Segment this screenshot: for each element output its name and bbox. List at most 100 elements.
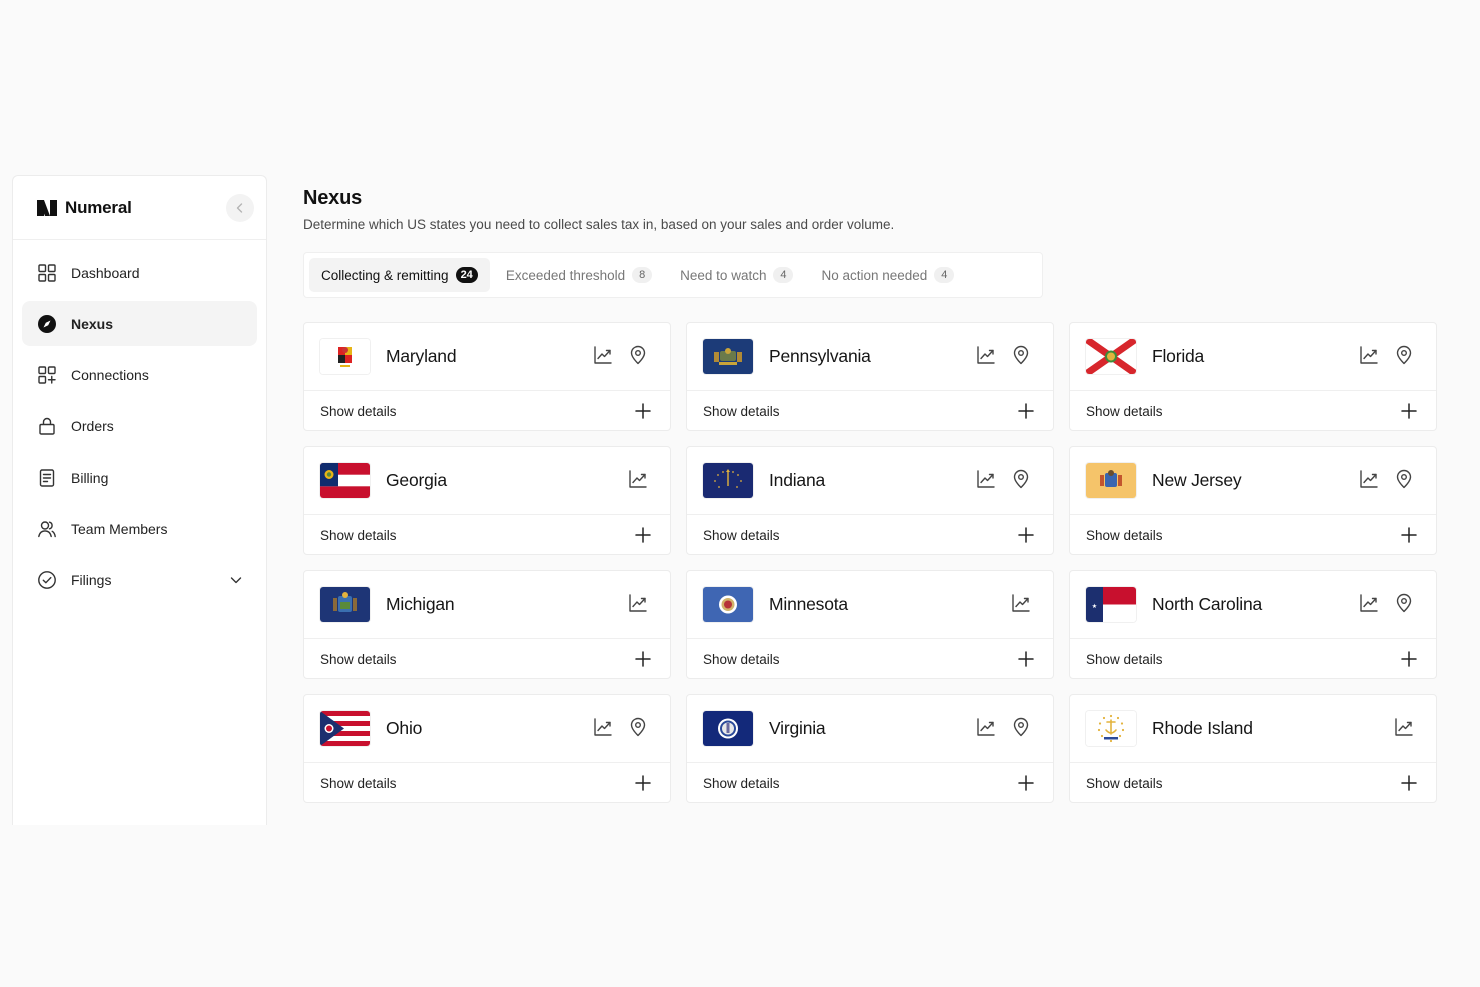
location-pin-icon[interactable]	[1011, 717, 1031, 742]
tab-need-to-watch[interactable]: Need to watch 4	[668, 258, 805, 292]
plus-icon[interactable]	[1400, 650, 1418, 668]
state-card-actions	[593, 345, 648, 370]
state-card-actions	[976, 345, 1031, 370]
svg-text:★: ★	[1092, 603, 1097, 610]
sidebar-item-label: Filings	[71, 572, 112, 589]
plus-icon[interactable]	[634, 774, 652, 792]
chart-icon[interactable]	[628, 593, 648, 618]
tab-count-badge: 4	[773, 267, 794, 283]
show-details-label: Show details	[703, 651, 780, 667]
chart-icon[interactable]	[1011, 593, 1031, 618]
state-card-header: Florida	[1070, 323, 1436, 391]
state-card-actions	[976, 469, 1031, 494]
chart-icon[interactable]	[1394, 717, 1414, 742]
tab-collecting-remitting[interactable]: Collecting & remitting 24	[309, 258, 490, 292]
chart-icon[interactable]	[976, 469, 996, 494]
tab-no-action-needed[interactable]: No action needed 4	[809, 258, 966, 292]
show-details-row[interactable]: Show details	[304, 515, 670, 555]
chart-icon[interactable]	[593, 345, 613, 370]
plus-icon[interactable]	[1017, 526, 1035, 544]
location-pin-icon[interactable]	[1394, 345, 1414, 370]
plus-icon[interactable]	[634, 402, 652, 420]
show-details-row[interactable]: Show details	[1070, 391, 1436, 431]
show-details-label: Show details	[703, 775, 780, 791]
sidebar-item-nexus[interactable]: Nexus	[22, 301, 257, 347]
show-details-row[interactable]: Show details	[304, 391, 670, 431]
tab-label: Need to watch	[680, 267, 767, 283]
state-card-actions	[1359, 469, 1414, 494]
tab-label: Exceeded threshold	[505, 267, 626, 283]
chart-icon[interactable]	[1359, 593, 1379, 618]
sidebar-nav: Dashboard Nexus Connections Orders Billi…	[13, 240, 266, 619]
sidebar-item-team-members[interactable]: Team Members	[22, 506, 257, 551]
location-pin-icon[interactable]	[628, 717, 648, 742]
sidebar-item-orders[interactable]: Orders	[22, 404, 257, 449]
state-name: Pennsylvania	[769, 346, 871, 366]
brand-logo[interactable]: Numeral	[37, 198, 132, 218]
location-pin-icon[interactable]	[1011, 469, 1031, 494]
state-card-actions	[976, 717, 1031, 742]
chart-icon[interactable]	[1359, 345, 1379, 370]
show-details-row[interactable]: Show details	[687, 639, 1053, 679]
show-details-label: Show details	[703, 527, 780, 543]
show-details-row[interactable]: Show details	[687, 391, 1053, 431]
show-details-label: Show details	[1086, 527, 1163, 543]
state-card-header: Michigan	[304, 571, 670, 639]
chart-icon[interactable]	[976, 345, 996, 370]
state-card-new-jersey: New Jersey Show details	[1069, 446, 1437, 555]
show-details-row[interactable]: Show details	[687, 515, 1053, 555]
tab-exceeded-threshold[interactable]: Exceeded threshold 8	[494, 258, 664, 292]
show-details-row[interactable]: Show details	[1070, 639, 1436, 679]
document-icon	[39, 468, 55, 487]
ohio-flag	[320, 711, 370, 746]
show-details-label: Show details	[703, 403, 780, 419]
chart-icon[interactable]	[593, 717, 613, 742]
state-card-header: Minnesota	[687, 571, 1053, 639]
minnesota-flag	[703, 587, 753, 622]
state-name: Minnesota	[769, 594, 848, 614]
show-details-row[interactable]: Show details	[304, 639, 670, 679]
location-pin-icon[interactable]	[1394, 593, 1414, 618]
sidebar-item-label: Connections	[71, 367, 149, 384]
show-details-row[interactable]: Show details	[304, 763, 670, 803]
plus-icon[interactable]	[634, 650, 652, 668]
show-details-row[interactable]: Show details	[1070, 515, 1436, 555]
sidebar-item-label: Team Members	[71, 520, 168, 537]
plus-icon[interactable]	[1017, 774, 1035, 792]
chart-icon[interactable]	[1359, 469, 1379, 494]
rhode-island-flag	[1086, 711, 1136, 746]
sidebar-item-filings[interactable]: Filings	[22, 558, 257, 603]
show-details-label: Show details	[320, 527, 397, 543]
plus-icon[interactable]	[1400, 402, 1418, 420]
status-tabs: Collecting & remitting 24 Exceeded thres…	[303, 252, 1043, 298]
tab-count-badge: 4	[934, 267, 955, 283]
show-details-row[interactable]: Show details	[1070, 763, 1436, 803]
location-pin-icon[interactable]	[1394, 469, 1414, 494]
collapse-sidebar-button[interactable]	[226, 194, 254, 222]
location-pin-icon[interactable]	[1011, 345, 1031, 370]
chart-icon[interactable]	[628, 469, 648, 494]
state-card-indiana: Indiana Show details	[686, 446, 1054, 555]
check-circle-icon	[38, 571, 56, 590]
chevron-down-icon[interactable]	[229, 573, 243, 587]
sidebar-item-dashboard[interactable]: Dashboard	[22, 250, 257, 295]
state-card-header: New Jersey	[1070, 447, 1436, 515]
show-details-row[interactable]: Show details	[687, 763, 1053, 803]
georgia-flag	[320, 463, 370, 498]
plus-icon[interactable]	[1017, 402, 1035, 420]
state-name: North Carolina	[1152, 594, 1263, 614]
state-card-michigan: Michigan Show details	[303, 570, 671, 679]
state-name: Michigan	[386, 594, 455, 614]
location-pin-icon[interactable]	[628, 345, 648, 370]
sidebar-item-billing[interactable]: Billing	[22, 455, 257, 500]
main-content: Nexus Determine which US states you need…	[303, 187, 1443, 803]
chart-icon[interactable]	[976, 717, 996, 742]
plus-icon[interactable]	[1400, 774, 1418, 792]
state-name: Indiana	[769, 470, 826, 490]
plus-icon[interactable]	[1400, 526, 1418, 544]
plus-icon[interactable]	[1017, 650, 1035, 668]
plus-icon[interactable]	[634, 526, 652, 544]
show-details-label: Show details	[1086, 403, 1163, 419]
state-name: Maryland	[386, 346, 457, 366]
sidebar-item-connections[interactable]: Connections	[22, 353, 257, 398]
